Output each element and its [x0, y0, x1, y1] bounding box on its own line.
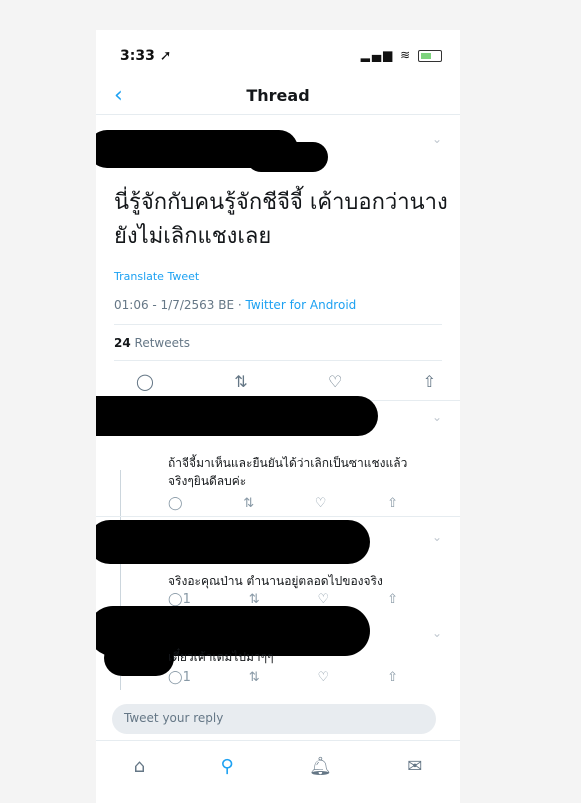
share-icon[interactable]: ⇧ — [387, 670, 398, 685]
tweet-meta: 01:06 - 1/7/2563 BE · Twitter for Androi… — [114, 298, 356, 312]
like-icon[interactable]: ♡ — [318, 670, 330, 685]
reply-count: 1 — [182, 592, 191, 607]
chevron-down-icon[interactable]: ⌄ — [432, 626, 442, 640]
signal-icon: ▂▄▆ — [360, 48, 395, 62]
wifi-icon: ≋ — [400, 48, 413, 62]
tab-bar: ⌂ ⚲ 🔔︎ ✉ — [96, 740, 460, 791]
search-tab-icon[interactable]: ⚲ — [220, 756, 233, 777]
like-icon[interactable]: ♡ — [328, 372, 342, 391]
reply-text: ถ้าจีจี้มาเห็นและยืนยันได้ว่าเลิกเป็นซาแ… — [168, 456, 408, 488]
chevron-down-icon[interactable]: ⌄ — [432, 530, 442, 544]
retweet-label: Retweets — [134, 336, 190, 350]
divider — [114, 324, 442, 325]
chevron-down-icon[interactable]: ⌄ — [432, 410, 442, 424]
retweet-icon[interactable]: ⇅ — [234, 372, 247, 391]
like-icon[interactable]: ♡ — [315, 496, 327, 511]
reply-count: 1 — [182, 670, 191, 685]
reply-icon[interactable]: ◯1 — [168, 670, 191, 685]
redacted-author-blob — [246, 142, 328, 172]
share-icon[interactable]: ⇧ — [387, 592, 398, 607]
page-title: Thread — [246, 86, 310, 105]
share-icon[interactable]: ⇧ — [387, 496, 398, 511]
retweet-icon[interactable]: ⇅ — [243, 496, 254, 511]
tweet-timestamp: 01:06 - 1/7/2563 BE — [114, 298, 235, 312]
tweet-client-link[interactable]: Twitter for Android — [246, 298, 357, 312]
status-time: 3:33 ➚ — [120, 48, 172, 64]
battery-icon — [418, 49, 442, 62]
reply-actions: ◯1 ⇅ ♡ ⇧ — [168, 670, 398, 685]
retweet-icon[interactable]: ⇅ — [249, 592, 260, 607]
reply-icon[interactable]: ◯ — [168, 496, 183, 511]
divider — [114, 360, 442, 361]
home-tab-icon[interactable]: ⌂ — [134, 756, 145, 777]
retweet-count: 24 — [114, 336, 131, 350]
composer-placeholder: Tweet your reply — [124, 711, 224, 725]
nav-bar: ‹ Thread — [96, 82, 460, 115]
reply-icon[interactable]: ◯1 — [168, 592, 191, 607]
status-icons: ▂▄▆ ≋ — [361, 48, 442, 62]
reply-actions: ◯ ⇅ ♡ ⇧ — [168, 496, 398, 511]
reply-composer[interactable]: Tweet your reply — [112, 704, 436, 734]
tweet-actions: ◯ ⇅ ♡ ⇧ — [136, 372, 436, 391]
redacted-reply-author — [96, 520, 370, 564]
reply-icon[interactable]: ◯ — [136, 372, 154, 391]
notifications-tab-icon[interactable]: 🔔︎ — [309, 756, 332, 777]
chevron-down-icon[interactable]: ⌄ — [432, 132, 442, 146]
status-bar: 3:33 ➚ ▂▄▆ ≋ — [96, 30, 460, 82]
messages-tab-icon[interactable]: ✉ — [407, 756, 422, 777]
reply-text: เดี๋ยวเค้าเดมไปมาๆๆ — [168, 650, 274, 664]
redacted-reply-blob — [104, 640, 174, 676]
like-icon[interactable]: ♡ — [318, 592, 330, 607]
reply-text: จริงอะคุณป่าน ตำนานอยู่ตลอดไปของจริง — [168, 574, 383, 588]
phone-screen: 3:33 ➚ ▂▄▆ ≋ ‹ Thread ⌄ นี่รู้จักกับคนรู… — [96, 30, 460, 803]
divider — [96, 516, 460, 517]
share-icon[interactable]: ⇧ — [423, 372, 436, 391]
reply-actions: ◯1 ⇅ ♡ ⇧ — [168, 592, 398, 607]
redacted-reply-author — [96, 396, 378, 436]
meta-separator: · — [234, 298, 246, 312]
retweet-icon[interactable]: ⇅ — [249, 670, 260, 685]
translate-link[interactable]: Translate Tweet — [114, 270, 199, 283]
retweet-stats[interactable]: 24 Retweets — [114, 336, 190, 350]
tweet-text: นี่รู้จักกับคนรู้จักชีจีจี้ เค้าบอกว่านา… — [114, 190, 448, 249]
